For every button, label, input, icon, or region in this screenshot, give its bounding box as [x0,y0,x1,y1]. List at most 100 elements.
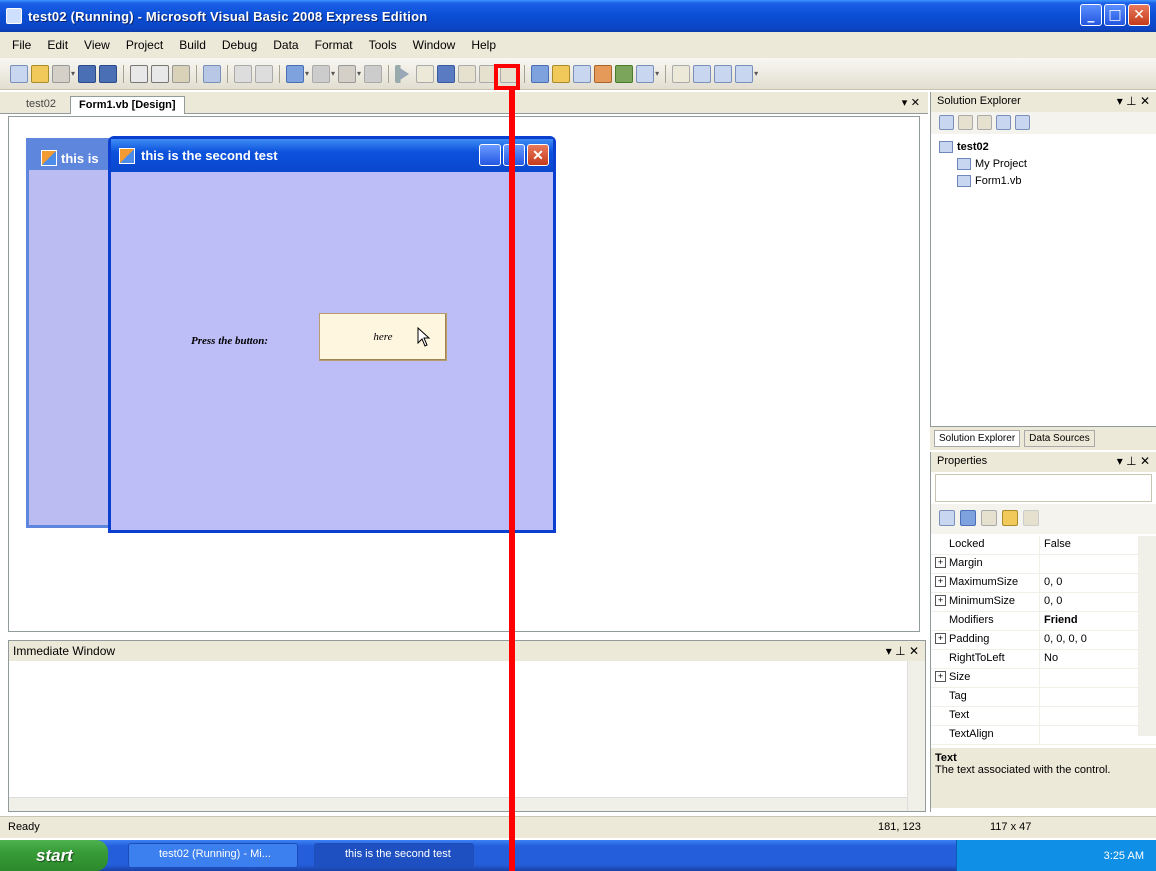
view-designer-icon[interactable] [1015,115,1030,130]
open-file-icon[interactable] [31,64,49,83]
solution-explorer-icon[interactable] [531,64,550,83]
tab-form1-design[interactable]: Form1.vb [Design] [70,96,185,114]
property-row[interactable]: + Margin [931,555,1156,574]
property-row[interactable]: Tag [931,688,1156,707]
paste-icon[interactable] [172,64,191,83]
menu-project[interactable]: Project [118,36,171,54]
minimize-button[interactable]: _ [1080,4,1102,26]
property-value[interactable]: 0, 0 [1039,574,1135,592]
property-row[interactable]: Text [931,707,1156,726]
properties-window-icon[interactable] [552,64,571,83]
add-item-icon[interactable] [52,64,70,83]
property-value[interactable] [1039,669,1135,687]
redo-dropdown-icon[interactable]: ▾ [331,69,335,78]
form-minimize-button[interactable] [479,144,501,166]
property-row[interactable]: + Padding 0, 0, 0, 0 [931,631,1156,650]
property-value[interactable]: Friend [1039,612,1135,630]
horizontal-scrollbar[interactable] [9,797,907,811]
tab-test02[interactable]: test02 [18,96,64,114]
start-page-icon[interactable] [636,64,655,83]
menu-build[interactable]: Build [171,36,214,54]
property-value[interactable] [1039,726,1135,744]
tab-data-sources[interactable]: Data Sources [1024,430,1095,447]
cut-icon[interactable] [130,64,149,83]
immediate-window-controls[interactable]: ▾ ⊥ ✕ [886,644,919,658]
properties-scrollbar[interactable] [1138,536,1156,736]
start-button[interactable]: start [0,840,108,871]
taskbar-item-vb[interactable]: test02 (Running) - Mi... [128,843,298,868]
save-all-icon[interactable] [99,64,118,83]
find-icon[interactable] [203,64,222,83]
expand-icon[interactable]: + [935,595,946,606]
maximize-button[interactable]: □ [1104,4,1126,26]
start-debugging-play-icon[interactable] [395,64,414,83]
form-title-bar[interactable]: this is the second test ✕ [111,139,553,172]
properties-view-icon[interactable] [981,510,997,526]
menu-edit[interactable]: Edit [39,36,76,54]
tab-solution-explorer[interactable]: Solution Explorer [934,430,1021,447]
close-button[interactable]: ✕ [1128,4,1150,26]
menu-help[interactable]: Help [463,36,504,54]
solution-explorer-controls[interactable]: ▾ ⊥ ✕ [1117,94,1150,108]
menu-tools[interactable]: Tools [361,36,405,54]
toolbox-icon[interactable] [594,64,613,83]
expand-icon[interactable]: + [935,576,946,587]
add-item-dropdown-icon[interactable]: ▾ [71,69,75,78]
property-value[interactable] [1039,707,1135,725]
form-close-button[interactable]: ✕ [527,144,549,166]
expand-icon[interactable]: + [935,671,946,682]
property-row[interactable]: TextAlign [931,726,1156,745]
navigate-forward-icon[interactable] [364,64,383,83]
comment-icon[interactable] [234,64,253,83]
tree-item-form1[interactable]: Form1.vb [939,172,1148,189]
menu-format[interactable]: Format [307,36,361,54]
view-code-icon[interactable] [996,115,1011,130]
new-project-icon[interactable] [10,64,28,83]
expand-icon[interactable]: + [935,557,946,568]
align-icon[interactable] [714,64,733,83]
uncomment-icon[interactable] [255,64,274,83]
events-lightning-icon[interactable] [1002,510,1018,526]
copy-icon[interactable] [151,64,170,83]
pointer-icon[interactable] [672,64,691,83]
undo-icon[interactable] [286,64,305,83]
stop-debugging-icon[interactable] [437,64,456,83]
menu-data[interactable]: Data [265,36,306,54]
properties-controls[interactable]: ▾ ⊥ ✕ [1117,454,1150,468]
save-icon[interactable] [78,64,97,83]
immediate-window-input[interactable] [9,661,925,811]
layout-options-icon[interactable]: ▾ [754,69,758,78]
tree-item-my-project[interactable]: My Project [939,155,1148,172]
categorized-icon[interactable] [939,510,955,526]
property-value[interactable]: No [1039,650,1135,668]
navigate-icon[interactable] [338,64,357,83]
redo-icon[interactable] [312,64,331,83]
property-row[interactable]: Locked False [931,536,1156,555]
property-row[interactable]: RightToLeft No [931,650,1156,669]
property-value[interactable]: 0, 0 [1039,593,1135,611]
show-all-files-icon[interactable] [958,115,973,130]
vertical-scrollbar[interactable] [907,661,925,811]
object-browser-icon[interactable] [573,64,592,83]
database-explorer-icon[interactable] [615,64,634,83]
property-row[interactable]: + Size [931,669,1156,688]
undo-dropdown-icon[interactable]: ▾ [305,69,309,78]
menu-file[interactable]: File [4,36,39,54]
property-pages-icon[interactable] [1023,510,1039,526]
property-value[interactable]: False [1039,536,1135,554]
menu-view[interactable]: View [76,36,118,54]
property-value[interactable] [1039,555,1135,573]
menu-window[interactable]: Window [405,36,464,54]
tree-project-node[interactable]: test02 [939,138,1148,155]
property-row[interactable]: + MinimumSize 0, 0 [931,593,1156,612]
navigate-dropdown-icon[interactable]: ▾ [357,69,361,78]
taskbar-item-form[interactable]: this is the second test [314,843,474,868]
tab-strip-controls[interactable]: ▾ ✕ [902,96,920,109]
toolbar-options-icon[interactable]: ▾ [655,69,659,78]
property-row[interactable]: Modifiers Friend [931,612,1156,631]
object-selector-dropdown[interactable] [935,474,1152,502]
alphabetical-icon[interactable] [960,510,976,526]
property-row[interactable]: + MaximumSize 0, 0 [931,574,1156,593]
menu-debug[interactable]: Debug [214,36,265,54]
running-form-window[interactable]: this is the second test ✕ Press the butt… [108,136,556,533]
